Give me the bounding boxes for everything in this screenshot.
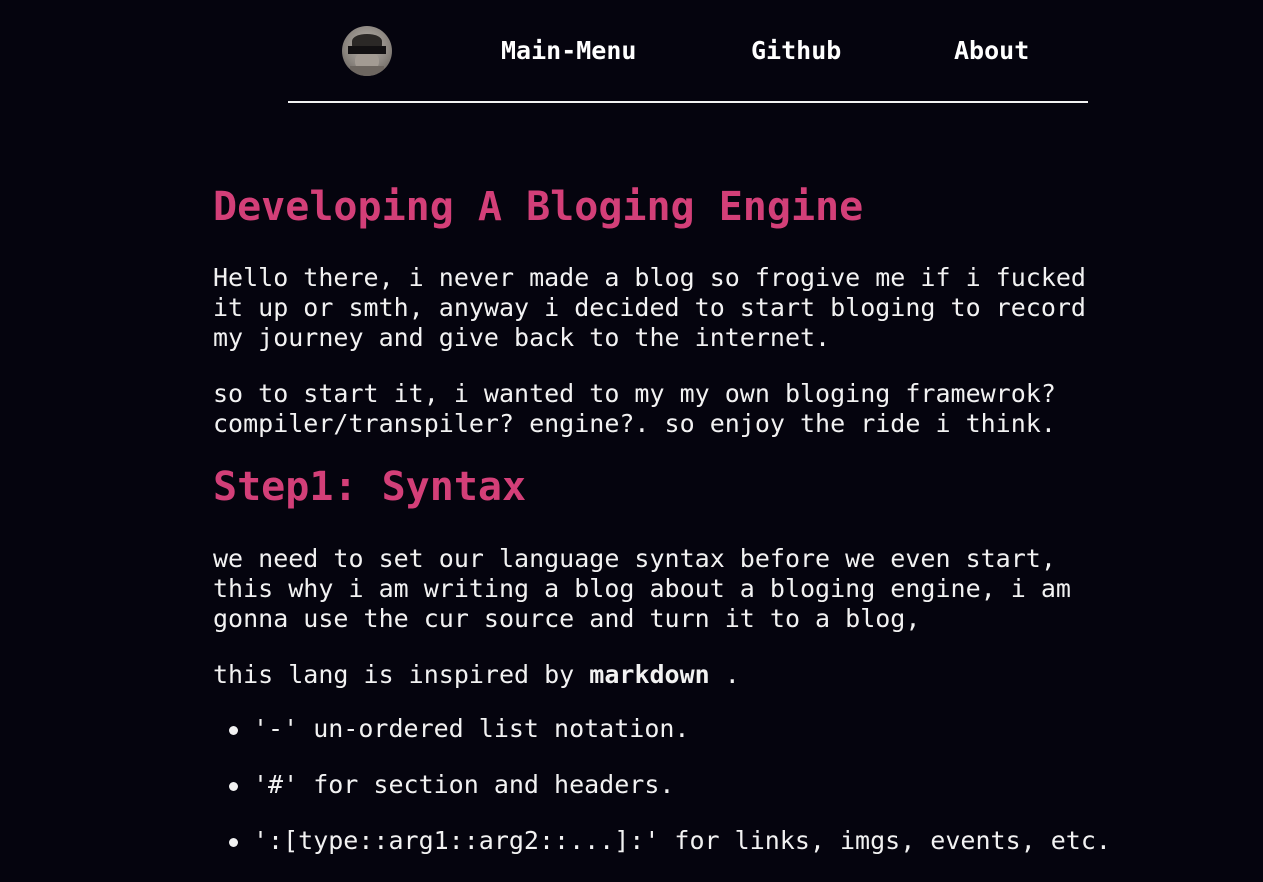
section-heading: Step1: Syntax: [213, 464, 527, 510]
intro-paragraph: so to start it, i wanted to my my own bl…: [213, 379, 1056, 438]
bullet-icon: [229, 726, 238, 735]
list-item: ':[type::arg1::arg2::...]:' for links, i…: [213, 826, 1173, 856]
post-content: Developing A Bloging Engine Hello there,…: [213, 160, 1173, 882]
inspired-prefix: this lang is inspired by: [213, 660, 590, 689]
inspired-suffix: .: [709, 660, 740, 689]
section-paragraph: we need to set our language syntax befor…: [213, 544, 1071, 633]
nav-link-github[interactable]: Github: [751, 34, 841, 68]
inspired-paragraph: this lang is inspired by markdown .: [213, 660, 1173, 690]
bullet-icon: [229, 782, 238, 791]
avatar-censor-band: [348, 46, 386, 54]
bullet-icon: [229, 838, 238, 847]
list-item-text: '-' un-ordered list notation.: [253, 714, 690, 743]
top-navigation: Main-Menu Github About: [288, 0, 1088, 103]
nav-link-main-menu[interactable]: Main-Menu: [501, 34, 636, 68]
list-item-text: ':[type::arg1::arg2::...]:' for links, i…: [253, 826, 1111, 855]
list-item-text: '#' for section and headers.: [253, 770, 675, 799]
avatar[interactable]: [342, 26, 392, 76]
intro-paragraph: Hello there, i never made a blog so frog…: [213, 263, 1086, 352]
avatar-collar: [350, 66, 384, 76]
nav-link-about[interactable]: About: [954, 34, 1029, 68]
post-title: Developing A Bloging Engine: [213, 184, 864, 230]
markdown-keyword: markdown: [589, 660, 710, 689]
list-item: '-' un-ordered list notation.: [213, 714, 1173, 744]
list-item: '#' for section and headers.: [213, 770, 1173, 800]
syntax-list: '-' un-ordered list notation. '#' for se…: [213, 714, 1173, 856]
